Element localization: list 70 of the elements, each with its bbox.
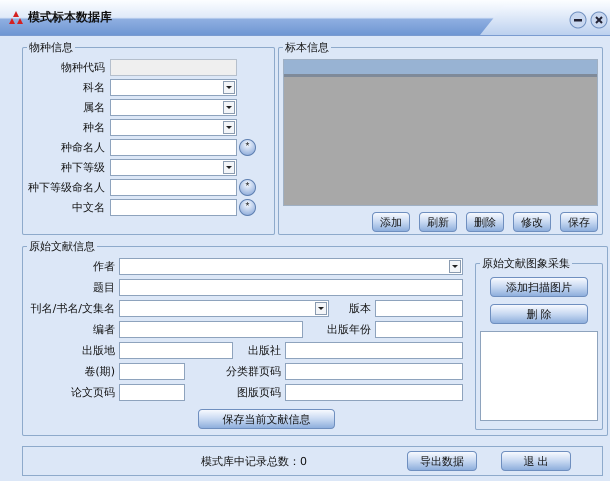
field-label: 出版社: [247, 343, 281, 358]
field-label: 刊名/书名/文集名: [30, 301, 115, 316]
dropdown-field[interactable]: [110, 78, 237, 96]
action-button[interactable]: 保存: [560, 212, 598, 232]
specimen-table[interactable]: [283, 59, 598, 206]
window-title: 模式标本数据库: [28, 9, 112, 26]
action-button[interactable]: 刷新: [419, 212, 457, 232]
field-label: 分类群页码: [225, 364, 281, 379]
input-field[interactable]: [119, 342, 233, 359]
field-label: 种下等级命名人: [27, 180, 105, 194]
dropdown-field[interactable]: [110, 158, 237, 176]
field-label: 题目: [92, 280, 115, 295]
dropdown-field[interactable]: [110, 118, 237, 136]
dropdown-field[interactable]: [119, 258, 463, 275]
action-button[interactable]: 退 出: [501, 451, 571, 471]
field-label: 版本: [348, 301, 371, 316]
field-label: 物种代码: [60, 60, 105, 74]
caret-icon[interactable]: [223, 160, 235, 174]
record-count: 模式库中记录总数：0: [201, 454, 308, 468]
input-field[interactable]: [110, 198, 237, 216]
action-button[interactable]: 删 除: [490, 304, 588, 324]
field-label: 图版页码: [236, 385, 281, 400]
field-label: 种命名人: [60, 140, 105, 154]
field-label: 种下等级: [60, 160, 105, 174]
input-field[interactable]: [110, 138, 237, 156]
logo-icon: [8, 10, 24, 25]
group-title: 原始文献信息: [29, 240, 95, 253]
field-label: 出版地: [81, 343, 115, 358]
picker-button[interactable]: *: [239, 178, 256, 196]
close-icon[interactable]: [590, 11, 608, 29]
field-label: 中文名: [71, 200, 105, 214]
dropdown-field[interactable]: [119, 300, 329, 317]
input-field[interactable]: [285, 342, 463, 359]
image-list[interactable]: [480, 331, 598, 421]
action-button[interactable]: 修改: [513, 212, 551, 232]
field-label: 科名: [82, 80, 105, 94]
action-button[interactable]: 删除: [466, 212, 504, 232]
caret-icon[interactable]: [223, 120, 235, 134]
save-button[interactable]: 保存当前文献信息: [198, 409, 335, 429]
field-label: 出版年份: [326, 322, 371, 337]
field-label: 作者: [92, 259, 115, 274]
field-label: 论文页码: [70, 385, 115, 400]
input-field[interactable]: [375, 321, 463, 338]
action-button[interactable]: 导出数据: [407, 451, 477, 471]
input-field[interactable]: [285, 363, 463, 380]
group-title: 原始文献图象采集: [482, 257, 570, 270]
field-label: 种名: [82, 120, 105, 134]
input-field[interactable]: [285, 384, 463, 401]
caret-icon[interactable]: [449, 260, 461, 273]
input-field[interactable]: [110, 178, 237, 196]
field-label: 属名: [82, 100, 105, 114]
action-button[interactable]: 添加: [372, 212, 410, 232]
input-field[interactable]: [110, 58, 237, 76]
minimize-icon[interactable]: [569, 11, 587, 29]
caret-icon[interactable]: [223, 100, 235, 114]
picker-button[interactable]: *: [239, 138, 256, 156]
group-title: 物种信息: [29, 41, 73, 54]
input-field[interactable]: [119, 321, 303, 338]
field-label: 卷(期): [83, 364, 115, 379]
group-title: 标本信息: [285, 41, 329, 54]
field-label: 编者: [92, 322, 115, 337]
picker-button[interactable]: *: [239, 198, 256, 216]
dropdown-field[interactable]: [110, 98, 237, 116]
caret-icon[interactable]: [315, 302, 327, 315]
action-button[interactable]: 添加扫描图片: [490, 277, 588, 297]
input-field[interactable]: [119, 384, 185, 401]
input-field[interactable]: [119, 363, 185, 380]
input-field[interactable]: [119, 279, 463, 296]
input-field[interactable]: [375, 300, 463, 317]
caret-icon[interactable]: [223, 80, 235, 94]
